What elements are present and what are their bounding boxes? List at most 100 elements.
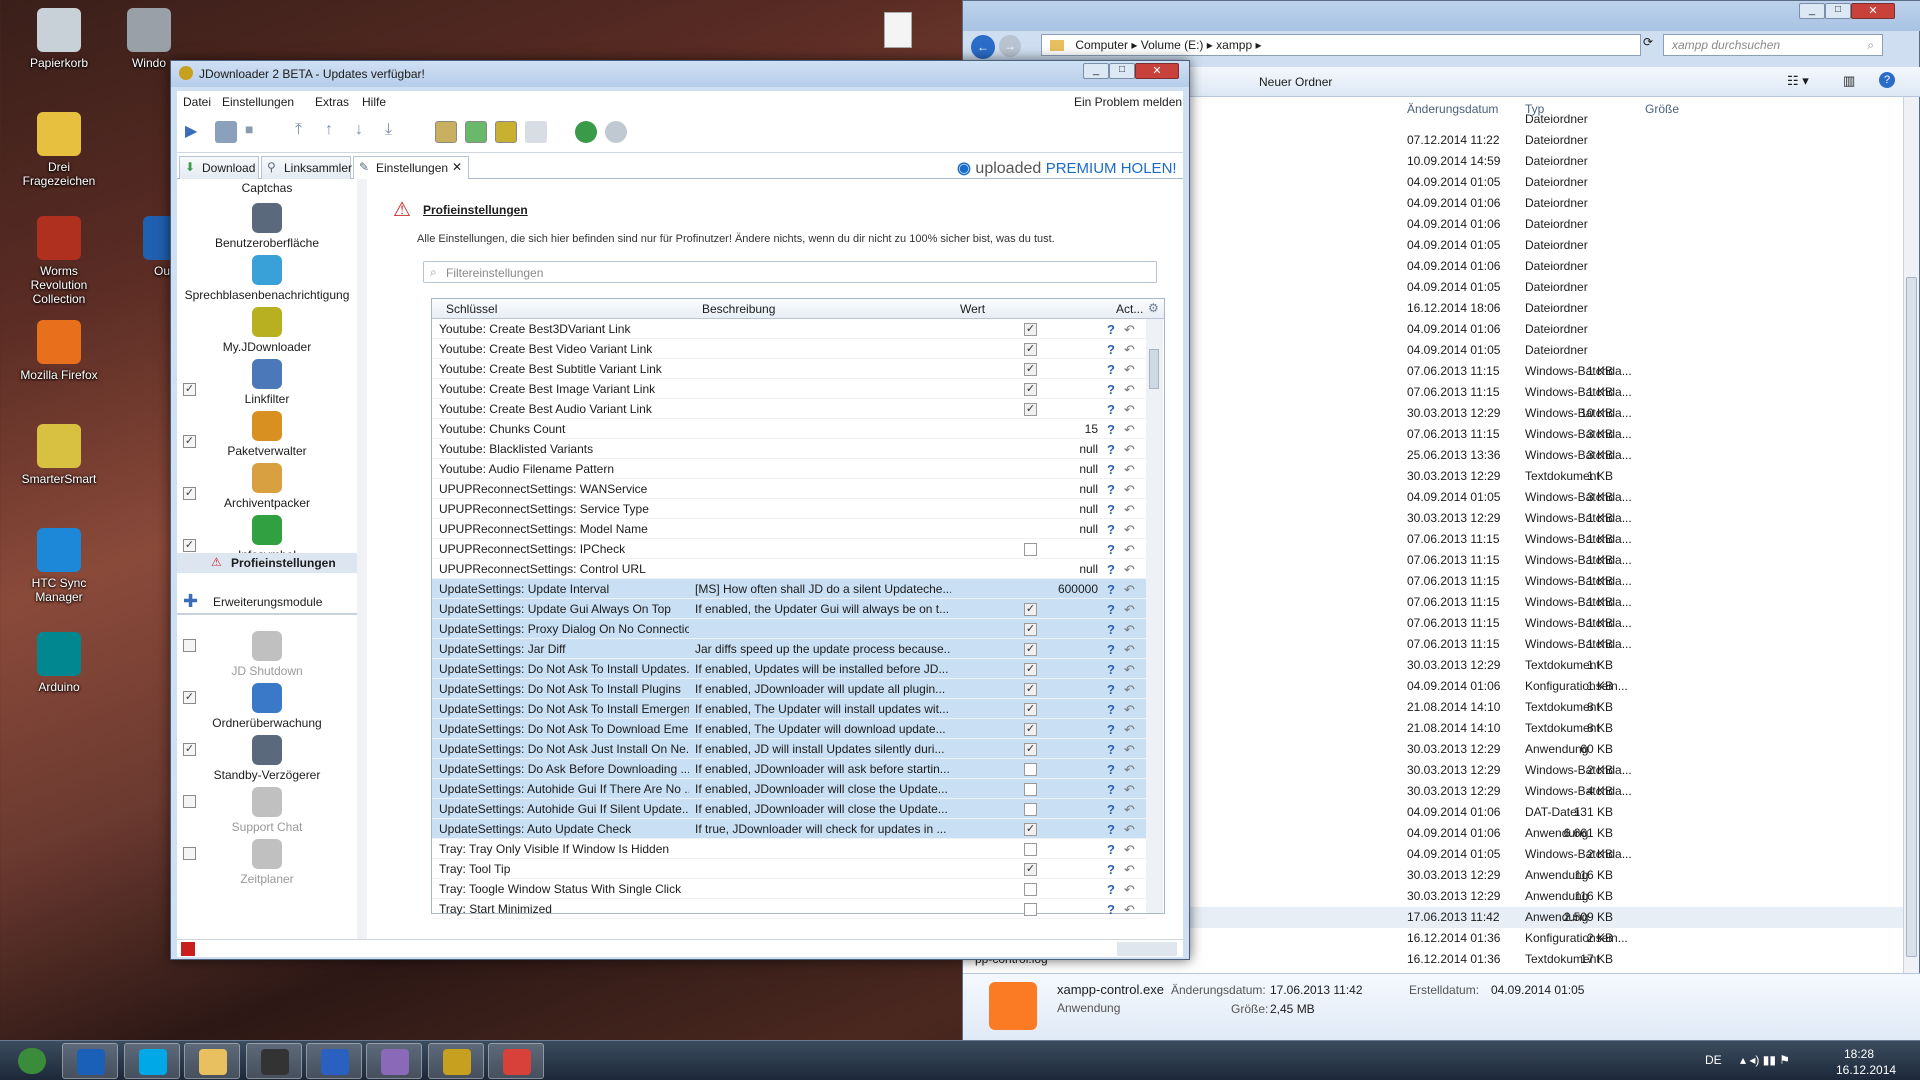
setting-checkbox[interactable]: ✓ xyxy=(1024,823,1037,836)
reset-undo-icon[interactable]: ↶ xyxy=(1124,802,1135,818)
breadcrumb-volume[interactable]: Volume (E:) xyxy=(1141,38,1204,52)
help-question-icon[interactable]: ? xyxy=(1107,862,1115,877)
setting-checkbox[interactable]: ✓ xyxy=(1024,863,1037,876)
sidebar-item-checkbox[interactable]: ✓ xyxy=(183,539,196,552)
reset-undo-icon[interactable]: ↶ xyxy=(1124,742,1135,758)
settings-row[interactable]: UpdateSettings: Do Not Ask To Download E… xyxy=(432,719,1146,739)
settings-row[interactable]: UPUPReconnectSettings: Control URL null? ↶ xyxy=(432,559,1146,579)
reset-undo-icon[interactable]: ↶ xyxy=(1124,482,1135,498)
settings-row[interactable]: UpdateSettings: Auto Update Check If true… xyxy=(432,819,1146,839)
menu-einstellungen[interactable]: Einstellungen xyxy=(222,95,294,109)
module-item[interactable]: Zeitplaner xyxy=(177,839,357,886)
refresh-button[interactable]: ⟳ xyxy=(1643,35,1659,55)
jd-maximize-button[interactable]: □ xyxy=(1109,63,1135,79)
filter-input[interactable]: ⌕ Filtereinstellungen xyxy=(423,261,1157,283)
premium-banner[interactable]: ◉ uploaded PREMIUM HOLEN! xyxy=(957,158,1177,178)
setting-checkbox[interactable] xyxy=(1024,903,1037,916)
menu-hilfe[interactable]: Hilfe xyxy=(362,95,386,109)
setting-value[interactable]: null xyxy=(1079,442,1098,456)
reset-undo-icon[interactable]: ↶ xyxy=(1124,402,1135,418)
help-question-icon[interactable]: ? xyxy=(1107,722,1115,737)
help-question-icon[interactable]: ? xyxy=(1107,802,1115,817)
settings-row[interactable]: UPUPReconnectSettings: Service Type null?… xyxy=(432,499,1146,519)
reset-undo-icon[interactable]: ↶ xyxy=(1124,862,1135,878)
menu-datei[interactable]: Datei xyxy=(183,95,211,109)
module-checkbox[interactable]: ✓ xyxy=(183,743,196,756)
reset-undo-icon[interactable]: ↶ xyxy=(1124,542,1135,558)
stop-downloads-icon[interactable]: ■ xyxy=(245,121,267,143)
help-question-icon[interactable]: ? xyxy=(1107,442,1115,457)
module-checkbox[interactable] xyxy=(183,795,196,808)
settings-row[interactable]: UpdateSettings: Do Not Ask To Install Pl… xyxy=(432,679,1146,699)
setting-checkbox[interactable] xyxy=(1024,883,1037,896)
reset-undo-icon[interactable]: ↶ xyxy=(1124,602,1135,618)
reset-undo-icon[interactable]: ↶ xyxy=(1124,322,1135,338)
column-description-header[interactable]: Beschreibung xyxy=(702,302,775,316)
jd-minimize-button[interactable]: _ xyxy=(1083,63,1109,79)
help-question-icon[interactable]: ? xyxy=(1107,902,1115,917)
help-question-icon[interactable]: ? xyxy=(1107,822,1115,837)
reset-undo-icon[interactable]: ↶ xyxy=(1124,462,1135,478)
help-question-icon[interactable]: ? xyxy=(1107,582,1115,597)
settings-row[interactable]: UpdateSettings: Do Not Ask Just Install … xyxy=(432,739,1146,759)
status-icons[interactable] xyxy=(1117,942,1177,956)
report-problem-link[interactable]: Ein Problem melden xyxy=(1074,95,1182,109)
module-item[interactable]: JD Shutdown xyxy=(177,631,357,678)
reset-undo-icon[interactable]: ↶ xyxy=(1124,382,1135,398)
scroll-thumb[interactable] xyxy=(1906,277,1917,957)
settings-row[interactable]: UPUPReconnectSettings: Model Name null? ↶ xyxy=(432,519,1146,539)
settings-row[interactable]: Tray: Tray Only Visible If Window Is Hid… xyxy=(432,839,1146,859)
reset-undo-icon[interactable]: ↶ xyxy=(1124,902,1135,918)
tab-close-icon[interactable]: ✕ xyxy=(452,160,462,174)
sidebar-scrollbar[interactable] xyxy=(357,179,367,939)
reset-undo-icon[interactable]: ↶ xyxy=(1124,582,1135,598)
close-button[interactable]: ✕ xyxy=(1851,3,1895,19)
sidebar-item[interactable]: Paketverwalter xyxy=(177,411,357,458)
settings-row[interactable]: Youtube: Chunks Count 15? ↶ xyxy=(432,419,1146,439)
reset-undo-icon[interactable]: ↶ xyxy=(1124,842,1135,858)
table-scrollbar[interactable] xyxy=(1146,319,1163,913)
move-down-icon[interactable]: ↓ xyxy=(355,121,377,143)
module-item[interactable]: Ordnerüberwachung xyxy=(177,683,357,730)
help-question-icon[interactable]: ? xyxy=(1107,642,1115,657)
settings-row[interactable]: Youtube: Audio Filename Pattern null? ↶ xyxy=(432,459,1146,479)
help-icon[interactable]: ? xyxy=(1879,72,1895,88)
settings-row[interactable]: UpdateSettings: Autohide Gui If Silent U… xyxy=(432,799,1146,819)
setting-checkbox[interactable] xyxy=(1024,763,1037,776)
setting-checkbox[interactable]: ✓ xyxy=(1024,703,1037,716)
update-icon[interactable] xyxy=(605,121,627,143)
reset-undo-icon[interactable]: ↶ xyxy=(1124,562,1135,578)
setting-checkbox[interactable] xyxy=(1024,783,1037,796)
reset-undo-icon[interactable]: ↶ xyxy=(1124,362,1135,378)
tray-icons[interactable]: ▴ ◂) ▮▮ ⚑ xyxy=(1740,1053,1790,1067)
move-bottom-icon[interactable]: ⤓ xyxy=(385,121,407,143)
taskbar-pidgin[interactable] xyxy=(366,1043,422,1079)
module-checkbox[interactable]: ✓ xyxy=(183,691,196,704)
reset-undo-icon[interactable]: ↶ xyxy=(1124,522,1135,538)
settings-row[interactable]: UpdateSettings: Update Interval [MS] How … xyxy=(432,579,1146,599)
search-input[interactable]: xampp durchsuchen ⌕ xyxy=(1663,34,1883,56)
help-question-icon[interactable]: ? xyxy=(1107,662,1115,677)
silent-mode-icon[interactable] xyxy=(525,121,547,143)
desktop-icon[interactable]: Drei Fragezeichen xyxy=(14,112,104,188)
reset-undo-icon[interactable]: ↶ xyxy=(1124,882,1135,898)
setting-checkbox[interactable] xyxy=(1024,543,1037,556)
settings-row[interactable]: Youtube: Create Best Image Variant Link ✓… xyxy=(432,379,1146,399)
minimize-button[interactable]: _ xyxy=(1799,3,1825,19)
help-question-icon[interactable]: ? xyxy=(1107,382,1115,397)
preview-pane-icon[interactable]: ▥ xyxy=(1843,73,1855,89)
settings-row[interactable]: UpdateSettings: Proxy Dialog On No Conne… xyxy=(432,619,1146,639)
help-question-icon[interactable]: ? xyxy=(1107,482,1115,497)
reset-undo-icon[interactable]: ↶ xyxy=(1124,442,1135,458)
module-checkbox[interactable] xyxy=(183,639,196,652)
settings-row[interactable]: Tray: Toogle Window Status With Single C… xyxy=(432,879,1146,899)
premium-toggle-icon[interactable] xyxy=(495,121,517,143)
forward-button[interactable]: → xyxy=(999,35,1021,57)
help-question-icon[interactable]: ? xyxy=(1107,542,1115,557)
maximize-button[interactable]: □ xyxy=(1825,3,1851,19)
help-question-icon[interactable]: ? xyxy=(1107,362,1115,377)
sidebar-item-checkbox[interactable]: ✓ xyxy=(183,435,196,448)
move-top-icon[interactable]: ⤒ xyxy=(295,121,317,143)
clipboard-observer-icon[interactable] xyxy=(435,121,457,143)
menu-extras[interactable]: Extras xyxy=(315,95,349,109)
